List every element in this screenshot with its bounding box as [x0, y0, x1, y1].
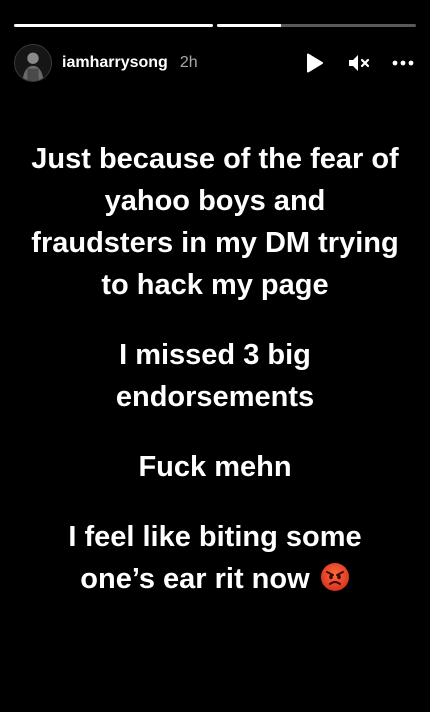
progress-fill-2	[217, 24, 281, 27]
play-icon	[307, 53, 323, 73]
more-options-icon	[392, 60, 414, 66]
progress-segment-1	[14, 24, 213, 27]
progress-fill-1	[14, 24, 213, 27]
story-paragraph-last: I feel like biting some one’s ear rit no…	[0, 516, 430, 600]
angry-face-icon	[320, 563, 349, 591]
story-paragraph: Just because of the fear of yahoo boys a…	[31, 143, 399, 301]
mute-icon	[349, 55, 370, 71]
story-header: iamharrysong 2h	[14, 42, 416, 84]
story-text: Just because of the fear of yahoo boys a…	[0, 138, 430, 628]
story-timestamp: 2h	[179, 54, 198, 71]
avatar-figure-icon	[15, 45, 51, 81]
story-progress	[14, 24, 416, 27]
username[interactable]: iamharrysong	[62, 54, 168, 72]
progress-segment-2	[217, 24, 416, 27]
more-options-button[interactable]	[392, 52, 414, 74]
play-button[interactable]	[304, 52, 326, 74]
story-paragraph-text: I feel like biting some one’s ear rit no…	[68, 521, 362, 595]
story-controls	[304, 52, 414, 74]
mute-button[interactable]	[348, 52, 370, 74]
avatar[interactable]	[14, 44, 52, 82]
story-paragraph: I missed 3 big endorsements	[115, 339, 315, 413]
story-viewer[interactable]: iamharrysong 2h Just because of the fear…	[0, 0, 430, 712]
story-paragraph: Fuck mehn	[138, 451, 292, 483]
